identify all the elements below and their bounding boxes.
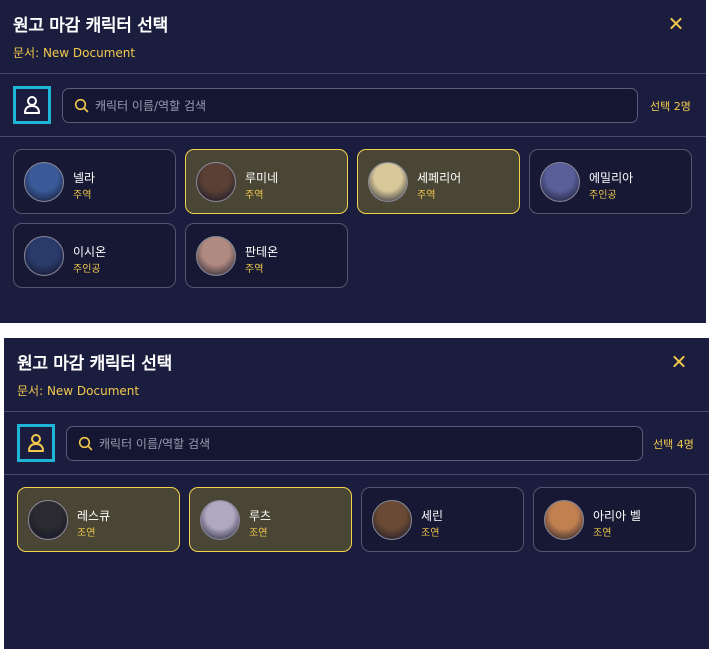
character-name: 판테온 <box>245 245 279 259</box>
character-avatar <box>196 236 236 276</box>
character-avatar <box>544 500 584 540</box>
character-name: 아리아 벨 <box>593 509 641 523</box>
character-role: 조연 <box>77 528 96 539</box>
person-icon <box>28 434 44 452</box>
character-avatar <box>372 500 412 540</box>
selection-count: 선택 4명 <box>653 438 694 451</box>
character-role: 주역 <box>417 190 436 201</box>
character-card[interactable]: 아리아 벨조연 <box>533 487 696 552</box>
person-filter-button[interactable] <box>17 424 55 462</box>
character-card[interactable]: 넬라주역 <box>13 149 176 214</box>
character-avatar <box>368 162 408 202</box>
close-icon[interactable] <box>669 352 689 372</box>
document-label: 문서: New Document <box>17 384 140 398</box>
character-avatar <box>200 500 240 540</box>
search-icon <box>78 436 93 451</box>
document-label: 문서: New Document <box>13 46 136 60</box>
character-avatar <box>196 162 236 202</box>
character-name: 레스큐 <box>77 509 111 523</box>
dialog-title: 원고 마감 캐릭터 선택 <box>13 16 168 36</box>
character-card[interactable]: 이시온주인공 <box>13 223 176 288</box>
search-input[interactable] <box>99 427 632 460</box>
character-avatar <box>28 500 68 540</box>
character-role: 주역 <box>245 190 264 201</box>
character-card[interactable]: 루츠조연 <box>189 487 352 552</box>
dialog-header: 원고 마감 캐릭터 선택 문서: New Document <box>4 338 709 412</box>
search-box <box>66 426 643 461</box>
close-icon[interactable] <box>666 14 686 34</box>
search-toolbar: 선택 2명 <box>0 74 706 137</box>
character-card[interactable]: 레스큐조연 <box>17 487 180 552</box>
character-avatar <box>540 162 580 202</box>
character-card[interactable]: 에밀리아주인공 <box>529 149 692 214</box>
character-avatar <box>24 236 64 276</box>
character-name: 루츠 <box>249 509 272 523</box>
character-name: 세페리어 <box>417 171 462 185</box>
character-name: 이시온 <box>73 245 107 259</box>
search-box <box>62 88 638 123</box>
search-input[interactable] <box>95 89 627 122</box>
character-role: 주역 <box>73 190 92 201</box>
character-card[interactable]: 루미네주역 <box>185 149 348 214</box>
person-icon <box>24 96 40 114</box>
search-toolbar: 선택 4명 <box>4 412 709 475</box>
search-icon <box>74 98 89 113</box>
character-role: 조연 <box>593 528 612 539</box>
character-role: 주인공 <box>73 264 101 275</box>
character-name: 루미네 <box>245 171 279 185</box>
person-filter-button[interactable] <box>13 86 51 124</box>
character-role: 주역 <box>245 264 264 275</box>
character-name: 넬라 <box>73 171 96 185</box>
character-avatar <box>24 162 64 202</box>
character-role: 조연 <box>249 528 268 539</box>
dialog-header: 원고 마감 캐릭터 선택 문서: New Document <box>0 0 706 74</box>
character-role: 주인공 <box>589 190 617 201</box>
character-card[interactable]: 세린조연 <box>361 487 524 552</box>
character-role: 조연 <box>421 528 440 539</box>
character-select-dialog: 원고 마감 캐릭터 선택 문서: New Document 선택 4명 레스큐조… <box>4 338 709 649</box>
character-select-dialog: 원고 마감 캐릭터 선택 문서: New Document 선택 2명 넬라주역… <box>0 0 706 323</box>
character-name: 에밀리아 <box>589 171 634 185</box>
character-card[interactable]: 세페리어주역 <box>357 149 520 214</box>
selection-count: 선택 2명 <box>650 100 691 113</box>
character-card[interactable]: 판테온주역 <box>185 223 348 288</box>
character-name: 세린 <box>421 509 444 523</box>
dialog-title: 원고 마감 캐릭터 선택 <box>17 354 172 374</box>
